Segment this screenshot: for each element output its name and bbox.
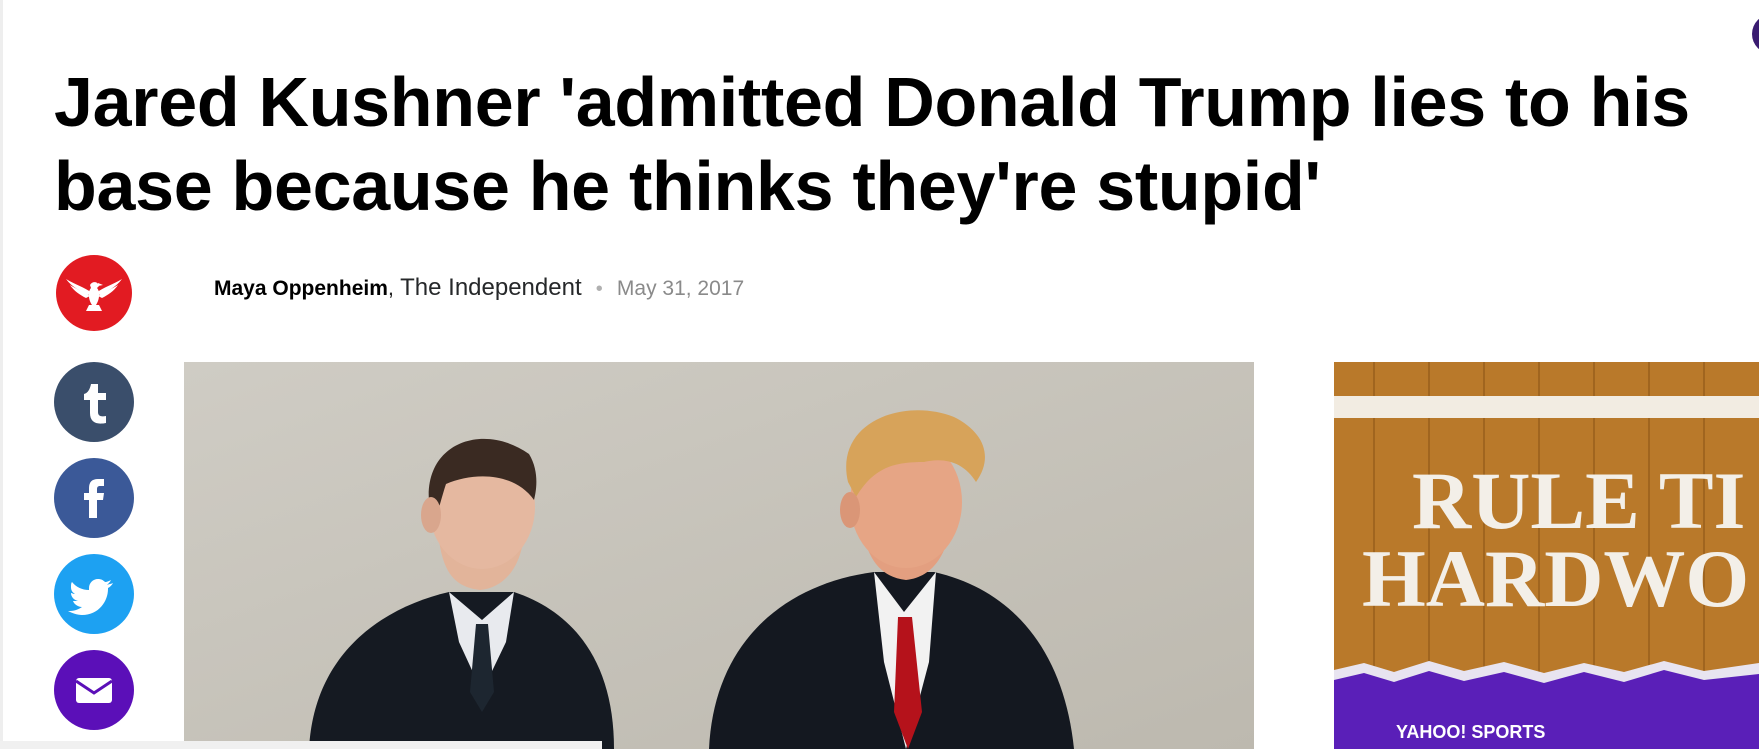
byline-separator: • [595,278,603,300]
mail-icon [75,678,113,703]
twitter-icon [68,579,113,615]
article-headline: Jared Kushner 'admitted Donald Trump lie… [54,60,1759,228]
share-twitter-button[interactable] [54,554,134,634]
yahoo-sports-ad[interactable]: RULE TI HARDWO YAHOO! SPORTS [1334,362,1759,749]
author-name[interactable]: Maya Oppenheim [214,277,388,300]
share-facebook-button[interactable] [54,458,134,538]
headline-line-1: Jared Kushner 'admitted Donald Trump lie… [54,63,1690,141]
tumblr-icon [84,384,106,424]
byline: Maya Oppenheim, The Independent • May 31… [214,274,744,302]
ad-artwork: RULE TI HARDWO YAHOO! SPORTS [1334,362,1759,749]
caption-bar [0,741,602,749]
share-tumblr-button[interactable] [54,362,134,442]
ad-headline-line-2: HARDWO [1362,533,1749,624]
source-name[interactable]: The Independent [400,274,582,301]
byline-comma: , [387,275,401,300]
page-left-border [0,0,3,749]
publish-date: May 31, 2017 [616,277,745,300]
user-avatar[interactable] [1752,14,1759,54]
ad-brand: YAHOO! SPORTS [1396,722,1545,742]
publisher-logo[interactable] [56,255,132,331]
eagle-icon [66,279,122,311]
hero-photo[interactable] [184,362,1254,749]
facebook-icon [84,479,104,518]
headline-line-2: base because he thinks they're stupid' [54,147,1321,225]
share-mail-button[interactable] [54,650,134,730]
hero-photo-illustration [184,362,1254,749]
